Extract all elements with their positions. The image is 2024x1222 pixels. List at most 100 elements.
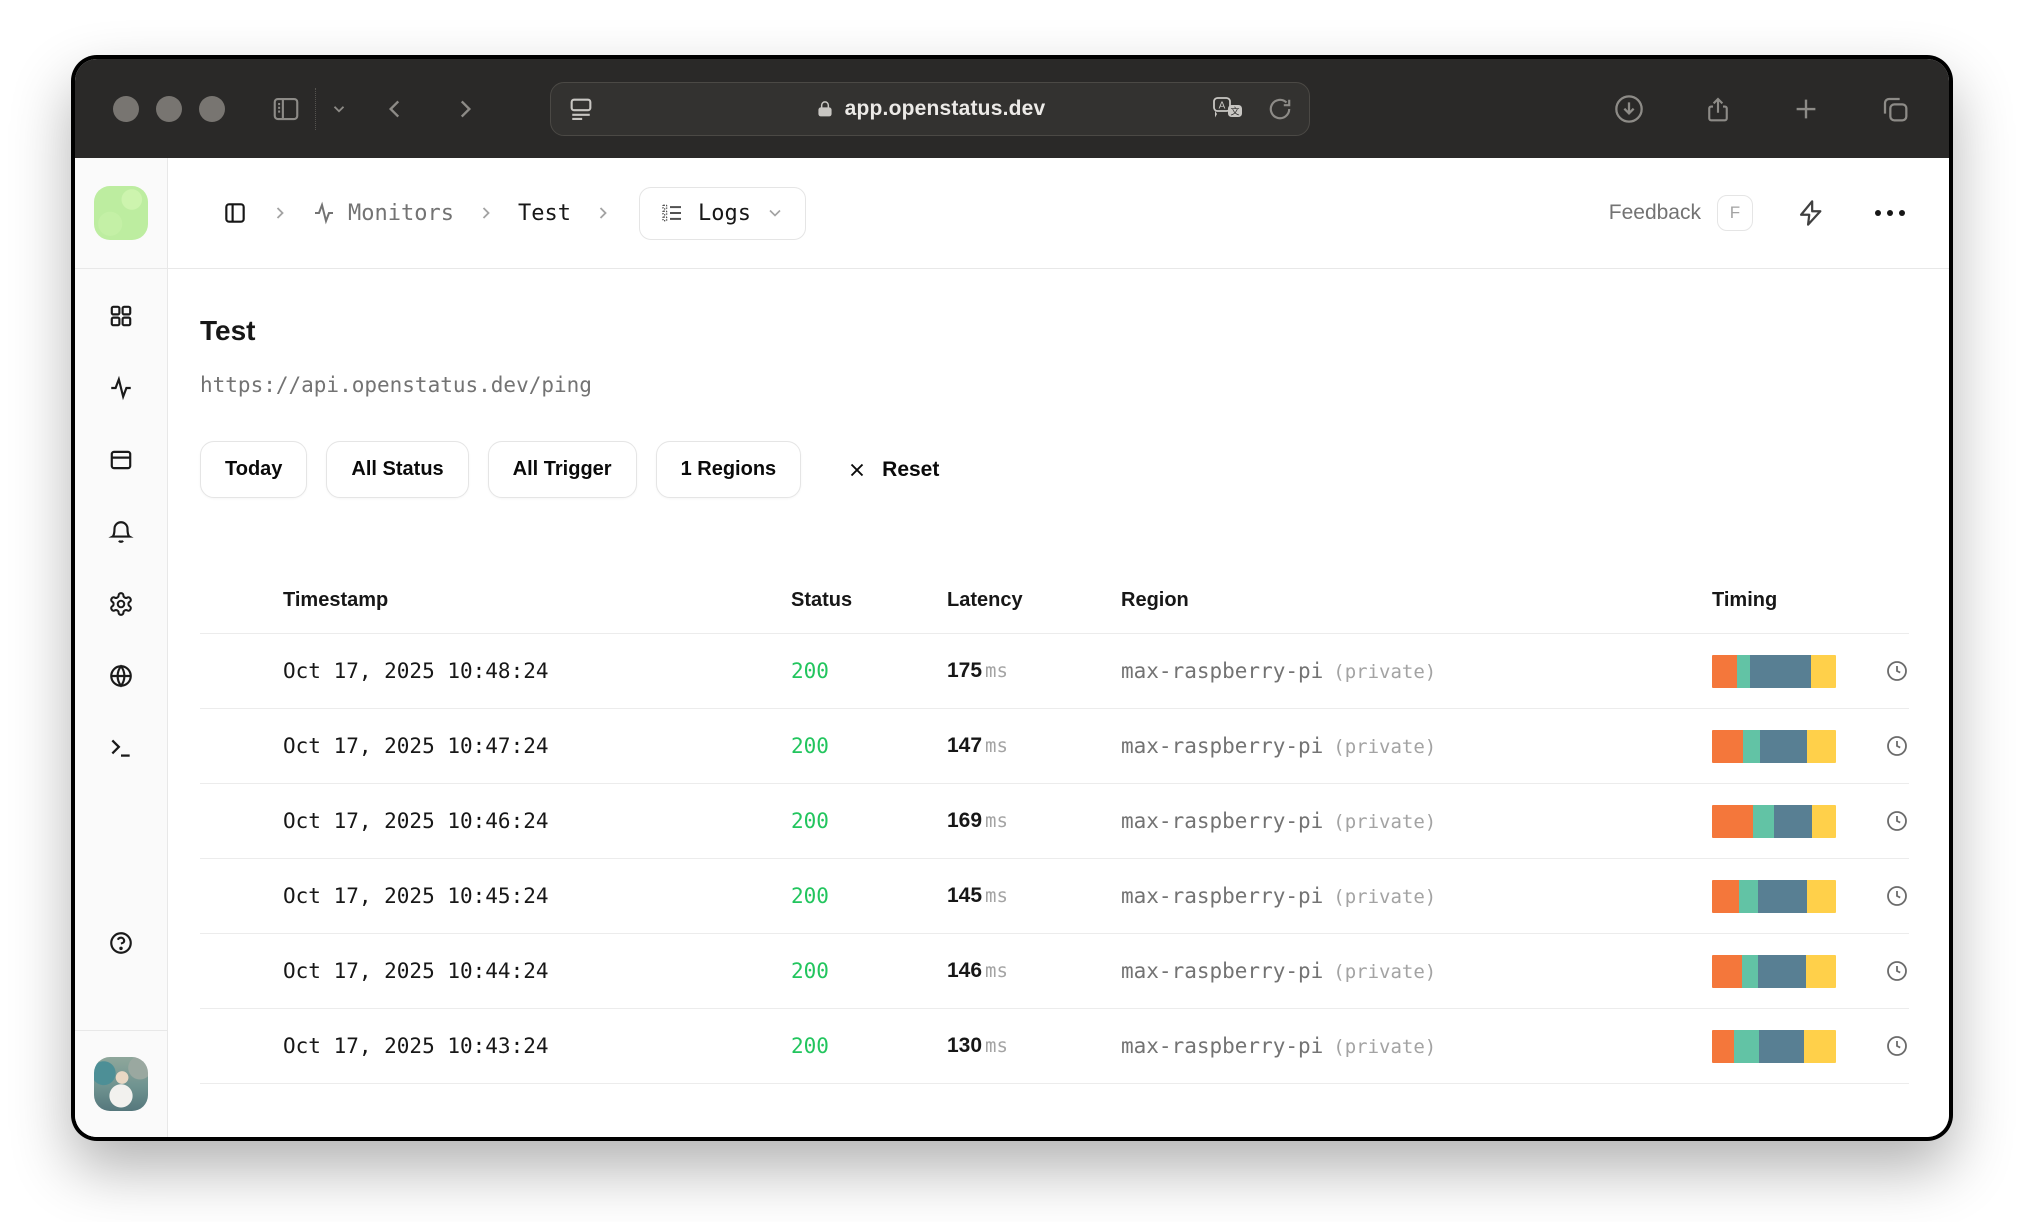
user-avatar[interactable]	[94, 1057, 148, 1111]
table-row[interactable]: Oct 17, 2025 10:48:24 200 175 ms max-rasp…	[200, 634, 1909, 709]
region-cell: max-raspberry-pi (private)	[1121, 1034, 1437, 1058]
region-cell: max-raspberry-pi (private)	[1121, 809, 1437, 833]
timing-bar[interactable]	[1712, 654, 1836, 688]
sidebar-item-globe-icon[interactable]	[108, 663, 134, 689]
table-row[interactable]: Oct 17, 2025 10:47:24 200 147 ms max-rasp…	[200, 709, 1909, 784]
clock-icon[interactable]	[1885, 959, 1909, 983]
filter-regions-button[interactable]: 1 Regions	[655, 441, 802, 498]
latency-cell: 145 ms	[947, 884, 1008, 907]
more-options-icon[interactable]	[1875, 210, 1905, 216]
chevron-right-icon	[476, 203, 496, 223]
sidebar-item-terminal-cli-icon[interactable]	[108, 735, 134, 761]
timing-segment-connect	[1743, 729, 1761, 763]
zoom-window-button[interactable]	[199, 95, 225, 122]
timing-cell	[1712, 954, 1909, 988]
col-header-latency[interactable]: Latency	[947, 589, 1121, 612]
address-bar[interactable]: app.openstatus.dev A 文	[550, 81, 1310, 136]
new-tab-plus-icon[interactable]	[1791, 94, 1821, 124]
page-title: Test	[200, 315, 256, 346]
chevron-down-icon	[765, 203, 785, 223]
sidebar-item-dashboard-grid-icon[interactable]	[108, 303, 134, 329]
workspace-logo[interactable]	[94, 186, 148, 240]
timing-segment-tls	[1760, 729, 1808, 763]
timing-segment-dns	[1712, 954, 1742, 988]
table-row[interactable]: Oct 17, 2025 10:43:24 200 130 ms max-rasp…	[200, 1009, 1909, 1084]
timing-segment-connect	[1734, 1029, 1760, 1063]
timestamp-cell: Oct 17, 2025 10:48:24	[283, 659, 549, 683]
timing-segment-ttfb	[1807, 879, 1836, 913]
sidebar-item-monitors-activity-icon[interactable]	[108, 375, 134, 401]
latency-unit: ms	[985, 660, 1008, 682]
browser-sidebar-toggle-icon[interactable]	[271, 94, 301, 124]
timing-segment-connect	[1736, 654, 1751, 688]
clock-icon[interactable]	[1885, 659, 1909, 683]
svg-text:A: A	[1219, 100, 1226, 111]
url-text: app.openstatus.dev	[844, 96, 1046, 120]
status-code-cell: 200	[791, 884, 829, 908]
timing-cell	[1712, 1029, 1909, 1063]
filter-trigger-button[interactable]: All Trigger	[487, 441, 637, 498]
minimize-window-button[interactable]	[156, 95, 182, 122]
breadcrumb-item-test[interactable]: Test	[518, 201, 571, 226]
table-row[interactable]: Oct 17, 2025 10:46:24 200 169 ms max-rasp…	[200, 784, 1909, 859]
timing-bar[interactable]	[1712, 954, 1836, 988]
breadcrumb-item-monitors[interactable]: Monitors	[312, 201, 454, 226]
timing-bar[interactable]	[1712, 729, 1836, 763]
sidebar-item-settings-gear-icon[interactable]	[108, 591, 134, 617]
titlebar-divider	[315, 87, 316, 130]
timing-segment-tls	[1750, 654, 1812, 688]
timing-segment-tls	[1759, 1029, 1804, 1063]
status-code-cell: 200	[791, 734, 829, 758]
timing-bar[interactable]	[1712, 1029, 1836, 1063]
timing-segment-connect	[1741, 954, 1758, 988]
col-header-status[interactable]: Status	[791, 589, 947, 612]
table-row[interactable]: Oct 17, 2025 10:45:24 200 145 ms max-rasp…	[200, 859, 1909, 934]
timing-bar[interactable]	[1712, 804, 1836, 838]
tab-overview-icon[interactable]	[1879, 93, 1911, 125]
filter-status-button[interactable]: All Status	[326, 441, 469, 498]
sidebar-item-notifications-bell-icon[interactable]	[108, 519, 134, 545]
latency-cell: 169 ms	[947, 809, 1008, 832]
latency-unit: ms	[985, 885, 1008, 907]
col-header-timestamp[interactable]: Timestamp	[283, 589, 791, 612]
back-button-icon[interactable]	[382, 96, 408, 122]
reload-icon[interactable]	[1267, 96, 1293, 122]
table-row[interactable]: Oct 17, 2025 10:44:24 200 146 ms max-rasp…	[200, 934, 1909, 1009]
clock-icon[interactable]	[1885, 1034, 1909, 1058]
status-code-cell: 200	[791, 1034, 829, 1058]
downloads-icon[interactable]	[1613, 93, 1645, 125]
clock-icon[interactable]	[1885, 884, 1909, 908]
clock-icon[interactable]	[1885, 734, 1909, 758]
forward-button-icon[interactable]	[452, 96, 478, 122]
reset-filters-button[interactable]: Reset	[846, 458, 939, 482]
sidebar-chevron-down-icon[interactable]	[330, 100, 348, 118]
timing-segment-tls	[1757, 954, 1807, 988]
browser-window: app.openstatus.dev A 文 Monitors Test Log…	[71, 55, 1953, 1141]
timing-segment-dns	[1712, 729, 1743, 763]
col-header-timing[interactable]: Timing	[1712, 589, 1909, 612]
timestamp-cell: Oct 17, 2025 10:47:24	[283, 734, 549, 758]
clock-icon[interactable]	[1885, 809, 1909, 833]
timestamp-cell: Oct 17, 2025 10:44:24	[283, 959, 549, 983]
help-circle-icon[interactable]	[108, 930, 134, 956]
latency-unit: ms	[985, 735, 1008, 757]
translate-icon[interactable]: A 文	[1211, 95, 1247, 123]
timing-segment-ttfb	[1812, 804, 1836, 838]
timing-segment-ttfb	[1803, 1029, 1836, 1063]
share-icon[interactable]	[1703, 93, 1733, 125]
sidebar-item-status-pages-panel-icon[interactable]	[108, 447, 134, 473]
timing-segment-tls	[1773, 804, 1813, 838]
col-header-region[interactable]: Region	[1121, 589, 1712, 612]
logs-list-icon	[660, 201, 684, 225]
site-settings-icon[interactable]	[567, 95, 595, 123]
filter-date-button[interactable]: Today	[200, 441, 308, 498]
feedback-button[interactable]: Feedback	[1609, 201, 1701, 225]
window-controls[interactable]	[113, 95, 225, 122]
app-sidebar-toggle-icon[interactable]	[222, 200, 248, 226]
zap-icon[interactable]	[1797, 199, 1825, 227]
timing-cell	[1712, 804, 1909, 838]
close-window-button[interactable]	[113, 95, 139, 122]
latency-unit: ms	[985, 810, 1008, 832]
timing-bar[interactable]	[1712, 879, 1836, 913]
view-selector-logs[interactable]: Logs	[638, 186, 806, 240]
